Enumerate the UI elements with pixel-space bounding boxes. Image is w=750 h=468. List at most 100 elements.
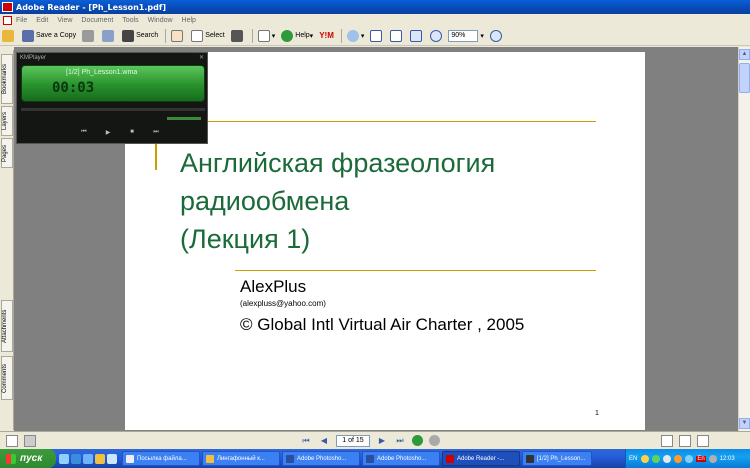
taskbar-item-label: Adobe Reader -... — [457, 455, 505, 462]
start-button[interactable]: пуск — [0, 449, 56, 468]
keyboard-layout-badge[interactable]: En — [696, 455, 706, 462]
snapshot-button[interactable] — [229, 28, 247, 44]
page-number: 1 — [595, 410, 599, 417]
select-label: Select — [205, 32, 225, 39]
divider-line — [235, 270, 596, 271]
folder-icon — [206, 454, 214, 463]
kmplayer-icon — [526, 454, 534, 463]
tab-attachments[interactable]: Attachments — [1, 300, 13, 352]
divider-line — [155, 121, 596, 122]
menu-tools[interactable]: Tools — [122, 17, 138, 24]
volume-icon[interactable] — [663, 454, 672, 463]
stop-icon[interactable]: ■ — [125, 129, 139, 136]
mail-icon[interactable] — [107, 453, 117, 464]
taskbar-item-label: Adobe Photosho... — [297, 455, 347, 462]
email-icon — [102, 29, 115, 42]
save-copy-button[interactable]: Save a Copy — [20, 28, 78, 44]
toolbar: Save a Copy Search Select ▾ Help ▾ Y!M ▾ … — [0, 26, 750, 46]
taskbar-item[interactable]: Adobe Photosho... — [362, 451, 440, 466]
taskbar-item[interactable]: Adobe Photosho... — [282, 451, 360, 466]
go-back-button[interactable] — [412, 435, 423, 446]
menu-file[interactable]: File — [16, 17, 27, 24]
previous-track-icon[interactable]: ⏮ — [77, 129, 91, 136]
hand-tool-button[interactable] — [169, 28, 187, 44]
playback-controls: ⏮ ▶ ■ ⏭ — [77, 129, 173, 136]
author-name: AlexPlus — [240, 277, 307, 296]
tab-comments[interactable]: Comments — [1, 356, 13, 400]
taskbar-item[interactable]: Adobe Reader -... — [442, 451, 520, 466]
yahoo-button[interactable]: Y!M — [317, 28, 336, 44]
fit-page-button[interactable] — [388, 28, 406, 44]
seek-bar[interactable] — [21, 108, 205, 111]
fit-width-button[interactable] — [408, 28, 426, 44]
update-icon[interactable] — [685, 454, 694, 463]
page-number-field[interactable]: 1 of 15 — [336, 434, 370, 447]
tab-layers[interactable]: Layers — [1, 106, 13, 136]
save-copy-label: Save a Copy — [36, 32, 77, 39]
help-button[interactable]: Help ▾ — [279, 28, 315, 44]
open-button[interactable] — [0, 28, 18, 44]
select-tool-button[interactable]: Select — [189, 28, 226, 44]
print-button[interactable] — [80, 28, 98, 44]
next-page-button[interactable]: ▶ — [376, 435, 388, 447]
search-button[interactable]: Search — [120, 28, 160, 44]
last-page-button[interactable]: ⏭ — [394, 435, 406, 447]
page-setup-icon[interactable] — [6, 434, 18, 447]
messenger-tray-icon[interactable] — [674, 454, 683, 463]
email-button[interactable] — [100, 28, 118, 44]
menu-bar: File Edit View Document Tools Window Hel… — [0, 14, 750, 26]
previous-page-button[interactable]: ◀ — [318, 435, 330, 447]
play-icon[interactable]: ▶ — [101, 129, 115, 136]
zoom-in-button[interactable] — [488, 28, 506, 44]
folder-icon[interactable] — [95, 453, 105, 464]
pages-dropdown-button[interactable]: ▾ — [256, 28, 278, 44]
binoculars-icon — [122, 29, 135, 42]
go-forward-button[interactable] — [429, 435, 440, 446]
continuous-layout-button[interactable] — [679, 434, 691, 447]
slide-title: Английская фразеология радиообмена (Лекц… — [180, 144, 610, 258]
desktop-icon[interactable] — [59, 453, 69, 464]
vertical-scrollbar[interactable]: ▲ ▼ — [738, 47, 750, 431]
menu-window[interactable]: Window — [148, 17, 173, 24]
network-icon[interactable] — [641, 454, 650, 463]
clock: 12:03 — [719, 455, 735, 462]
zoom-dropdown[interactable]: ▾ — [478, 28, 486, 44]
scroll-up-button[interactable]: ▲ — [739, 49, 750, 60]
volume-slider[interactable] — [167, 117, 201, 120]
kmplayer-title: KMPlayer — [20, 55, 47, 61]
scroll-down-button[interactable]: ▼ — [739, 418, 750, 429]
slide-title-line3: (Лекция 1) — [180, 224, 311, 254]
actual-size-button[interactable] — [368, 28, 386, 44]
scroll-thumb[interactable] — [739, 63, 750, 93]
facing-layout-button[interactable] — [697, 434, 709, 447]
save-icon[interactable] — [24, 434, 36, 447]
zoom-out-button[interactable] — [428, 28, 446, 44]
browser-icon[interactable] — [71, 453, 81, 464]
tab-pages[interactable]: Pages — [1, 138, 13, 168]
taskbar-item[interactable]: [1/2] Ph_Lesson... — [522, 451, 592, 466]
device-icon[interactable] — [708, 454, 717, 463]
zoom-input[interactable]: 90% — [448, 29, 479, 42]
playback-time: 00:03 — [52, 80, 95, 96]
messenger-icon[interactable] — [83, 453, 93, 464]
menu-view[interactable]: View — [57, 17, 72, 24]
single-page-layout-button[interactable] — [661, 434, 673, 447]
menu-document[interactable]: Document — [81, 17, 113, 24]
taskbar-item[interactable]: Лингафонный к... — [202, 451, 280, 466]
document-icon — [126, 454, 134, 463]
chevron-down-icon: ▾ — [480, 32, 484, 40]
antivirus-icon[interactable] — [652, 454, 661, 463]
window-title: Adobe Reader - [Ph_Lesson1.pdf] — [16, 2, 166, 12]
zoom-tool-button[interactable]: ▾ — [345, 28, 367, 44]
language-indicator[interactable]: EN — [629, 456, 637, 462]
taskbar-item[interactable]: Посылка файла... — [122, 451, 200, 466]
kmplayer-window[interactable]: KMPlayer ✕ [1/2] Ph_Lesson1.wma 00:03 ⏮ … — [16, 52, 208, 144]
menu-edit[interactable]: Edit — [36, 17, 48, 24]
first-page-button[interactable]: ⏮ — [300, 435, 312, 447]
taskbar-item-label: Лингафонный к... — [217, 455, 265, 462]
document-icon[interactable] — [3, 15, 12, 25]
tab-bookmarks[interactable]: Bookmarks — [1, 54, 13, 104]
menu-help[interactable]: Help — [182, 17, 196, 24]
close-icon[interactable]: ✕ — [199, 54, 204, 61]
next-track-icon[interactable]: ⏭ — [149, 129, 163, 136]
